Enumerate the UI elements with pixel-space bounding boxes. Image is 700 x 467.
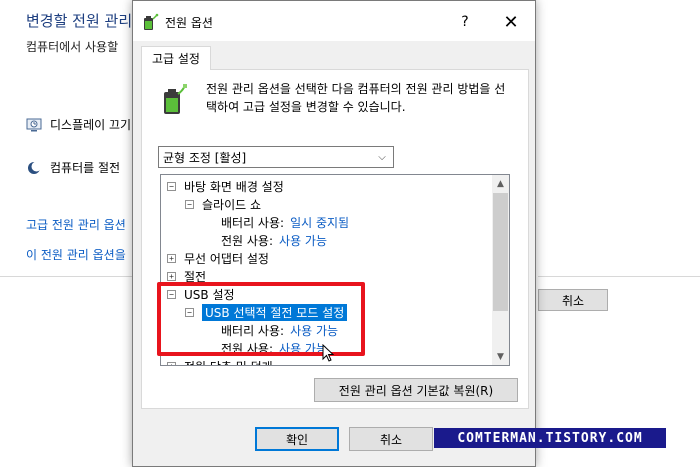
sleep-moon-icon xyxy=(28,161,42,174)
divider xyxy=(538,276,700,277)
background-cancel-button[interactable]: 취소 xyxy=(538,289,608,311)
power-options-dialog: 전원 옵션 ? ✕ 고급 설정 전원 관리 옵션을 선택한 다음 컴퓨터의 전원… xyxy=(132,0,536,467)
page-description: 컴퓨터에서 사용할 xyxy=(26,40,119,54)
tree-item-value[interactable]: 사용 가능 xyxy=(279,232,327,249)
tree-item-usb-battery[interactable]: 배터리 사용: 사용 가능 xyxy=(221,321,338,339)
tree-item-label: 절전 xyxy=(184,269,207,284)
tree-item-usb-settings[interactable]: − USB 설정 xyxy=(167,285,235,303)
dialog-titlebar[interactable]: 전원 옵션 ? ✕ xyxy=(133,1,535,41)
scroll-up-icon[interactable]: ▲ xyxy=(492,175,509,192)
tree-item-label: 전원 단추 및 덮개 xyxy=(184,358,273,366)
tree-item-label-selected: USB 선택적 절전 모드 설정 xyxy=(202,303,348,321)
power-plan-select[interactable]: 균형 조정 [활성] ⌵ xyxy=(158,146,394,168)
collapse-icon[interactable]: − xyxy=(185,307,194,317)
divider xyxy=(0,276,134,277)
cancel-button[interactable]: 취소 xyxy=(349,427,433,451)
tree-item-usb-selective-suspend[interactable]: − USB 선택적 절전 모드 설정 xyxy=(185,303,348,321)
display-icon xyxy=(26,118,42,131)
tree-item-slideshow-plugged[interactable]: 전원 사용: 사용 가능 xyxy=(221,231,327,249)
dialog-title: 전원 옵션 xyxy=(165,16,213,30)
battery-plug-icon xyxy=(164,84,187,114)
tree-item-slideshow-battery[interactable]: 배터리 사용: 일시 중지됨 xyxy=(221,213,349,231)
tree-item-label: 무선 어댑터 설정 xyxy=(184,251,269,266)
expand-icon[interactable]: + xyxy=(167,253,176,263)
tree-item-value[interactable]: 사용 가능 xyxy=(290,322,338,339)
tree-item-label: 전원 사용: xyxy=(221,233,274,248)
ok-button[interactable]: 확인 xyxy=(255,427,339,451)
tree-item-value[interactable]: 사용 가능 xyxy=(279,340,327,357)
panel-description: 전원 관리 옵션을 선택한 다음 컴퓨터의 전원 관리 방법을 선택하여 고급 … xyxy=(206,82,506,114)
chevron-down-icon: ⌵ xyxy=(378,151,386,163)
tab-advanced-settings[interactable]: 고급 설정 xyxy=(141,46,211,70)
settings-tree[interactable]: − 바탕 화면 배경 설정 − 슬라이드 쇼 배터리 사용: 일시 중지됨 전원… xyxy=(160,174,510,366)
tree-item-label: 배터리 사용: xyxy=(221,215,285,230)
expand-icon[interactable]: + xyxy=(167,271,176,281)
tree-item-label: 바탕 화면 배경 설정 xyxy=(184,179,284,194)
power-plan-value: 균형 조정 [활성] xyxy=(163,150,247,165)
tree-scrollbar[interactable]: ▲ ▼ xyxy=(492,175,509,365)
close-button[interactable]: ✕ xyxy=(497,10,525,34)
tree-item-label: 슬라이드 쇼 xyxy=(202,197,262,212)
tree-item-slideshow[interactable]: − 슬라이드 쇼 xyxy=(185,195,261,213)
sleep-row: 컴퓨터를 절전 xyxy=(26,159,134,176)
expand-icon[interactable]: + xyxy=(167,361,176,365)
display-off-label: 디스플레이 끄기 xyxy=(50,118,132,132)
help-button[interactable]: ? xyxy=(453,11,477,33)
watermark: COMTERMAN.TISTORY.COM xyxy=(434,428,666,448)
collapse-icon[interactable]: − xyxy=(167,181,176,191)
power-options-icon xyxy=(144,13,159,30)
tree-item-wireless-adapter[interactable]: + 무선 어댑터 설정 xyxy=(167,249,269,267)
tree-item-sleep[interactable]: + 절전 xyxy=(167,267,206,285)
advanced-settings-link[interactable]: 고급 전원 관리 옵션 xyxy=(26,216,134,233)
tree-item-power-buttons[interactable]: + 전원 단추 및 덮개 xyxy=(167,357,273,366)
display-off-row: 디스플레이 끄기 xyxy=(26,116,134,133)
scroll-thumb[interactable] xyxy=(493,193,508,311)
tree-item-usb-plugged[interactable]: 전원 사용: 사용 가능 xyxy=(221,339,327,357)
scroll-down-icon[interactable]: ▼ xyxy=(492,348,509,365)
page-title: 변경할 전원 관리 xyxy=(26,12,133,30)
collapse-icon[interactable]: − xyxy=(167,289,176,299)
restore-defaults-button[interactable]: 전원 관리 옵션 기본값 복원(R) xyxy=(314,378,518,402)
tree-item-label: 배터리 사용: xyxy=(221,323,285,338)
tree-item-value[interactable]: 일시 중지됨 xyxy=(290,214,349,231)
mouse-cursor-icon xyxy=(322,344,334,362)
sleep-label: 컴퓨터를 절전 xyxy=(50,161,121,175)
tree-item-label: 전원 사용: xyxy=(221,341,274,356)
advanced-settings-panel: 전원 관리 옵션을 선택한 다음 컴퓨터의 전원 관리 방법을 선택하여 고급 … xyxy=(141,69,529,409)
collapse-icon[interactable]: − xyxy=(185,199,194,209)
tree-item-label: USB 설정 xyxy=(184,287,235,302)
tree-item-desktop-background[interactable]: − 바탕 화면 배경 설정 xyxy=(167,177,284,195)
restore-plan-link[interactable]: 이 전원 관리 옵션을 xyxy=(26,246,134,263)
